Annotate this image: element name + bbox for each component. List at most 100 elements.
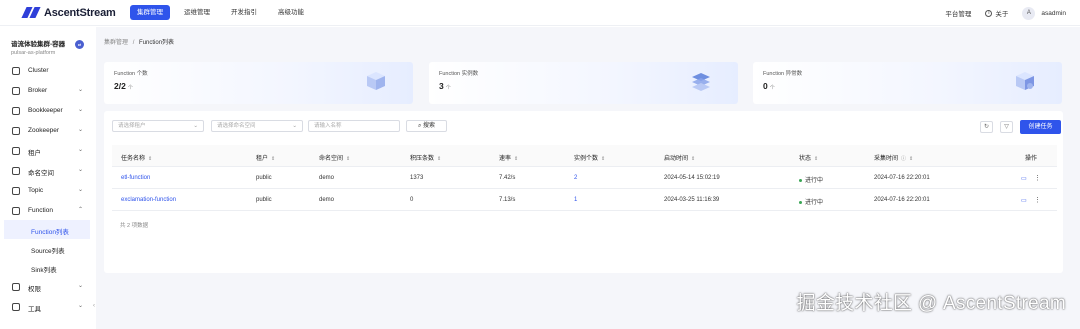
- column-header-status[interactable]: 状态 ⇕: [799, 153, 818, 162]
- status-label: 进行中: [805, 178, 824, 184]
- sidebar-item-zookeeper[interactable]: Zookeeper ⌄: [0, 121, 95, 141]
- more-icon[interactable]: ⋮: [1034, 196, 1041, 204]
- column-header-name[interactable]: 任务名称 ⇕: [121, 153, 152, 162]
- table-row: etl-function public demo 1373 7.42/s 2 2…: [112, 167, 1057, 189]
- column-header-label: 启动时间: [664, 156, 689, 162]
- cluster-switch-icon[interactable]: ⇄: [75, 40, 84, 49]
- column-header-label: 任务名称: [121, 156, 146, 162]
- column-header-rate[interactable]: 速率 ⇕: [499, 153, 518, 162]
- rate-cell: 7.42/s: [499, 175, 516, 181]
- stat-label: Function 实例数: [439, 71, 479, 77]
- namespace-select[interactable]: 请选择命名空间 ⌄: [211, 120, 303, 132]
- sidebar-item-label: Function: [28, 207, 53, 214]
- monitor-icon[interactable]: ▭: [1021, 175, 1027, 182]
- tenant-cell: public: [256, 197, 272, 203]
- stat-unit: 个: [769, 85, 775, 91]
- sidebar-item-bookkeeper[interactable]: Bookkeeper ⌄: [0, 101, 95, 121]
- sort-icon[interactable]: ⇕: [437, 156, 441, 162]
- broker-icon: [12, 87, 20, 95]
- sort-icon[interactable]: ⇕: [346, 156, 350, 162]
- status-dot: [799, 178, 802, 182]
- collect-time-cell: 2024-07-16 22:20:01: [874, 175, 930, 181]
- column-header-collect-time[interactable]: 采集时间 ⓘ ⇕: [874, 153, 913, 162]
- sidebar-item-label: 租户: [28, 150, 41, 157]
- filter-button[interactable]: ▽: [1000, 121, 1013, 133]
- column-header-label: 实例个数: [574, 156, 599, 162]
- sidebar-item-namespace[interactable]: 命名空间 ⌄: [0, 161, 95, 181]
- about-link[interactable]: i 关于: [985, 8, 1008, 18]
- sidebar-item-tenant[interactable]: 租户 ⌄: [0, 141, 95, 161]
- function-table-panel: 请选择租户 ⌄ 请选择命名空间 ⌄ 请输入名称 ⌕ 搜索 ↻ ▽ 创建任务 任务名称…: [104, 111, 1063, 273]
- nav-dev-guide[interactable]: 开发指引: [224, 5, 264, 20]
- brand-logo[interactable]: AscentStream: [21, 7, 122, 19]
- cluster-selector[interactable]: 谙流体验集群-容器 pulsar-as-platform: [11, 38, 65, 56]
- more-icon[interactable]: ⋮: [1034, 174, 1041, 182]
- sort-icon[interactable]: ⇕: [601, 156, 605, 162]
- sidebar: 谙流体验集群-容器 pulsar-as-platform ⇄ Cluster B…: [0, 27, 95, 329]
- function-name-link[interactable]: exclamation-function: [121, 197, 176, 203]
- instances-link[interactable]: 2: [574, 175, 577, 181]
- sidebar-item-function[interactable]: Function ⌃: [0, 201, 95, 221]
- nav-ops-management[interactable]: 运维管理: [177, 5, 217, 20]
- sidebar-item-topic[interactable]: Topic ⌄: [0, 181, 95, 201]
- sidebar-item-broker[interactable]: Broker ⌄: [0, 81, 95, 101]
- column-header-label: 命名空间: [319, 156, 344, 162]
- monitor-icon[interactable]: ▭: [1021, 197, 1027, 204]
- platform-management-link[interactable]: 平台管理: [945, 8, 971, 18]
- sidebar-item-cluster[interactable]: Cluster: [0, 61, 95, 81]
- column-header-label: 租户: [256, 156, 269, 162]
- main-content: 集群管理 / Function列表 Function 个数 2/2 个 Funct…: [96, 27, 1080, 329]
- stat-card-function-instances: Function 实例数 3个: [429, 62, 738, 104]
- sidebar-item-label: Bookkeeper: [28, 107, 63, 114]
- info-icon: i: [985, 9, 993, 17]
- sidebar-item-tools[interactable]: 工具 ⌄: [0, 297, 95, 317]
- sort-icon[interactable]: ⇕: [148, 156, 152, 162]
- function-icon: [12, 207, 20, 215]
- tenant-icon: [12, 147, 20, 155]
- breadcrumb: 集群管理 / Function列表: [104, 37, 174, 46]
- chevron-up-icon: ⌃: [78, 207, 84, 213]
- refresh-button[interactable]: ↻: [980, 121, 993, 133]
- namespace-cell: demo: [319, 197, 335, 203]
- instances-link[interactable]: 1: [574, 197, 577, 203]
- breadcrumb-separator: /: [132, 40, 135, 46]
- sort-icon[interactable]: ⇕: [691, 156, 695, 162]
- sidebar-item-function-list[interactable]: Function列表: [4, 220, 90, 239]
- sidebar-item-sink-list[interactable]: Sink列表: [0, 258, 95, 278]
- breadcrumb-parent[interactable]: 集群管理: [104, 40, 128, 46]
- name-search-input[interactable]: 请输入名称: [308, 120, 400, 132]
- sort-icon[interactable]: ⇕: [514, 156, 518, 162]
- chevron-down-icon: ⌄: [78, 283, 84, 289]
- function-name-link[interactable]: etl-function: [121, 175, 150, 181]
- sidebar-item-label: Source列表: [31, 248, 65, 255]
- avatar: A: [1022, 6, 1036, 20]
- column-header-tenant[interactable]: 租户 ⇕: [256, 153, 275, 162]
- column-header-backlog[interactable]: 积压条数 ⇕: [410, 153, 441, 162]
- namespace-select-placeholder: 请选择命名空间: [217, 123, 256, 129]
- tenant-select[interactable]: 请选择租户 ⌄: [112, 120, 204, 132]
- rate-cell: 7.13/s: [499, 197, 516, 203]
- user-menu[interactable]: Aasadmin: [1022, 6, 1066, 20]
- column-header-namespace[interactable]: 命名空间 ⇕: [319, 153, 350, 162]
- sidebar-item-source-list[interactable]: Source列表: [0, 239, 95, 259]
- start-time-cell: 2024-03-25 11:16:39: [664, 197, 720, 203]
- sort-icon[interactable]: ⇕: [814, 156, 818, 162]
- status-dot: [799, 200, 802, 204]
- stat-value-wrap: 0个: [763, 81, 775, 91]
- logo-icon: [21, 7, 41, 18]
- nav-cluster-management[interactable]: 集群管理: [130, 5, 170, 20]
- bookkeeper-icon: [12, 107, 20, 115]
- nav-advanced[interactable]: 高级功能: [271, 5, 311, 20]
- column-header-start-time[interactable]: 启动时间 ⇕: [664, 153, 695, 162]
- stat-value: 2/2: [114, 81, 126, 91]
- chevron-down-icon: ⌄: [193, 123, 198, 129]
- sort-icon[interactable]: ⇕: [271, 156, 275, 162]
- sidebar-item-label: 命名空间: [28, 170, 54, 177]
- column-header-instances[interactable]: 实例个数 ⇕: [574, 153, 605, 162]
- sort-icon[interactable]: ⇕: [909, 156, 913, 162]
- sidebar-item-permission[interactable]: 权限 ⌄: [0, 277, 95, 297]
- create-task-button[interactable]: 创建任务: [1020, 120, 1061, 134]
- total-count: 共 2 项数据: [120, 223, 149, 229]
- search-button[interactable]: ⌕ 搜索: [406, 120, 447, 132]
- stat-unit: 个: [127, 85, 133, 91]
